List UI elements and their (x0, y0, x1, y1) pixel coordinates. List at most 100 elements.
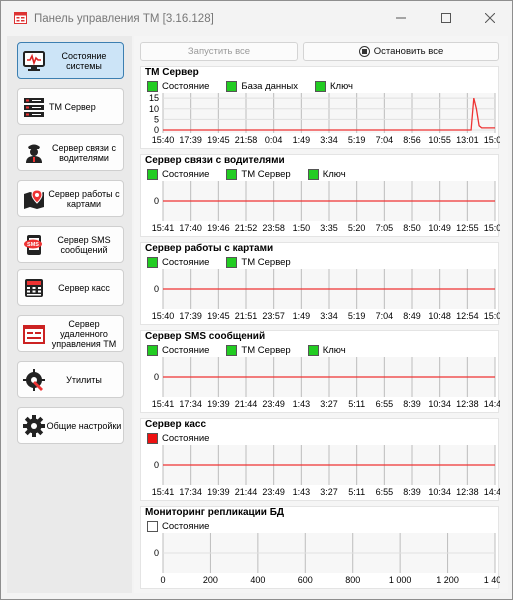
x-tick-label: 7:04 (376, 135, 394, 145)
x-tick-label: 17:34 (179, 487, 202, 497)
x-tick-label: 21:58 (235, 135, 258, 145)
x-tick-label: 5:19 (348, 311, 366, 321)
app-icon (14, 12, 27, 24)
x-tick-label: 17:40 (179, 223, 202, 233)
x-tick-label: 21:44 (235, 399, 258, 409)
sidebar-item-tm-server[interactable]: ТМ Сервер (17, 88, 124, 125)
stop-icon (358, 46, 370, 57)
x-tick-label: 17:34 (179, 399, 202, 409)
x-tick-label: 8:50 (403, 223, 421, 233)
y-tick-label: 0 (154, 125, 159, 135)
x-tick-label: 1:49 (293, 311, 311, 321)
x-tick-label: 12:54 (456, 311, 479, 321)
window-title: Панель управления ТМ [3.16.128] (34, 13, 214, 25)
chart-plot: 0 200 400 600 800 1 000 1 200 1 400 0 (154, 533, 500, 585)
x-tick-label: 10:55 (428, 135, 451, 145)
x-tick-label: 1 000 (389, 575, 412, 585)
x-tick-label: 15:00 (484, 311, 500, 321)
x-tick-label: 10:34 (428, 399, 451, 409)
x-tick-label: 10:49 (428, 223, 451, 233)
x-tick-label: 1 400 (484, 575, 500, 585)
x-tick-label: 15:01 (484, 223, 500, 233)
x-tick-label: 1:49 (293, 135, 311, 145)
chart-panel: Мониторинг репликации БД Состояние 0 200 400… (140, 506, 500, 589)
x-tick-label: 23:57 (262, 311, 285, 321)
x-tick-label: 19:45 (207, 311, 230, 321)
x-tick-label: 14:43 (484, 487, 500, 497)
x-tick-label: 15:41 (152, 487, 175, 497)
x-tick-label: 14:43 (484, 399, 500, 409)
sidebar-item-remote-control-server[interactable]: Сервер удаленного управления ТМ (17, 315, 124, 352)
x-tick-label: 5:11 (348, 487, 365, 497)
sidebar-item-driver-server[interactable]: Сервер связи с водителями (17, 134, 124, 171)
x-tick-label: 21:44 (235, 487, 258, 497)
monitor-icon (23, 50, 45, 71)
wrench-icon (23, 368, 45, 391)
x-tick-label: 1:50 (293, 223, 311, 233)
x-tick-label: 15:41 (152, 399, 175, 409)
maximize-button[interactable] (424, 1, 468, 34)
x-tick-label: 17:39 (179, 311, 202, 321)
x-tick-label: 3:27 (320, 399, 338, 409)
title-bar[interactable]: Панель управления ТМ [3.16.128] (1, 1, 512, 34)
x-tick-label: 8:49 (403, 311, 421, 321)
x-tick-label: 6:55 (376, 399, 394, 409)
chart-plot: 15:41 17:40 19:46 21:52 23:58 1:50 3:35 5:20 7:0… (152, 181, 500, 233)
y-tick-label: 0 (154, 284, 159, 294)
chart-panel: Сервер касс Состояние 15:41 17:34 19:39 21:44… (140, 418, 500, 501)
chart-panel: ТМ Сервер Состояние База данных Ключ 15:40 17… (140, 66, 500, 149)
minimize-icon (396, 17, 406, 18)
sidebar-item-utilities[interactable]: Утилиты (17, 361, 124, 398)
y-tick-label: 0 (154, 372, 159, 382)
minimize-button[interactable] (379, 1, 423, 34)
chart-panel: Сервер SMS сообщений Состояние ТМ Сервер Кл… (140, 330, 500, 413)
x-tick-label: 5:19 (348, 135, 366, 145)
x-tick-label: 0:04 (265, 135, 283, 145)
x-tick-label: 23:49 (262, 399, 285, 409)
x-tick-label: 23:49 (262, 487, 285, 497)
sidebar-item-sms-server[interactable]: SMS Сервер SMS сообщений (17, 226, 124, 263)
gear-icon (23, 414, 45, 437)
sidebar-item-label: Сервер связи с водителями (52, 142, 116, 163)
chart-plot: 15:41 17:34 19:39 21:44 23:49 1:43 3:27 5:11 6:5… (152, 445, 500, 497)
cash-register-icon (25, 278, 43, 297)
x-tick-label: 15:40 (152, 311, 175, 321)
x-tick-label: 200 (203, 575, 218, 585)
x-tick-label: 19:39 (207, 487, 230, 497)
sidebar-item-system-status[interactable]: Состояние системы (17, 42, 124, 79)
x-tick-label: 13:01 (456, 135, 479, 145)
x-tick-label: 15:07 (484, 135, 500, 145)
chart-plot: 15:41 17:34 19:39 21:44 23:49 1:43 3:27 5:11 6:5… (152, 357, 500, 409)
y-tick-label: 15 (149, 93, 159, 103)
x-tick-label: 21:51 (235, 311, 258, 321)
x-tick-label: 7:05 (376, 223, 394, 233)
chart-plot: 15:40 17:39 19:45 21:58 0:04 1:49 3:34 5:19 7:04… (149, 93, 500, 145)
x-tick-label: 3:34 (320, 311, 338, 321)
remote-control-icon (23, 324, 45, 344)
x-tick-label: 15:40 (152, 135, 175, 145)
sidebar-item-general-settings[interactable]: Общие настройки (17, 407, 124, 444)
stop-all-label: Остановить все (373, 46, 444, 57)
server-icon (24, 97, 44, 117)
close-button[interactable] (468, 1, 512, 34)
sidebar-item-maps-server[interactable]: Сервер работы с картами (17, 180, 124, 217)
sidebar: Состояние системы ТМ Сервер Сервер связи… (7, 36, 132, 593)
y-tick-label: 0 (154, 196, 159, 206)
x-tick-label: 5:11 (348, 399, 365, 409)
sidebar-item-label: Сервер касс (58, 282, 110, 293)
x-tick-label: 400 (250, 575, 265, 585)
sidebar-item-label: Общие настройки (46, 420, 122, 431)
start-all-button[interactable]: Запустить все (140, 42, 298, 61)
x-tick-label: 19:39 (207, 399, 230, 409)
x-tick-label: 3:35 (320, 223, 338, 233)
map-pin-icon (24, 188, 44, 209)
sidebar-item-label: ТМ Сервер (49, 101, 96, 112)
sms-icon: SMS (24, 234, 42, 255)
x-tick-label: 1:43 (293, 399, 311, 409)
chart-panel: Сервер работы с картами Состояние ТМ Серве… (140, 242, 500, 325)
stop-all-button[interactable]: Остановить все (303, 42, 499, 61)
maximize-icon (441, 12, 451, 23)
x-tick-label: 12:38 (456, 487, 479, 497)
svg-text:SMS: SMS (27, 242, 39, 248)
sidebar-item-cash-server[interactable]: Сервер касс (17, 269, 124, 306)
